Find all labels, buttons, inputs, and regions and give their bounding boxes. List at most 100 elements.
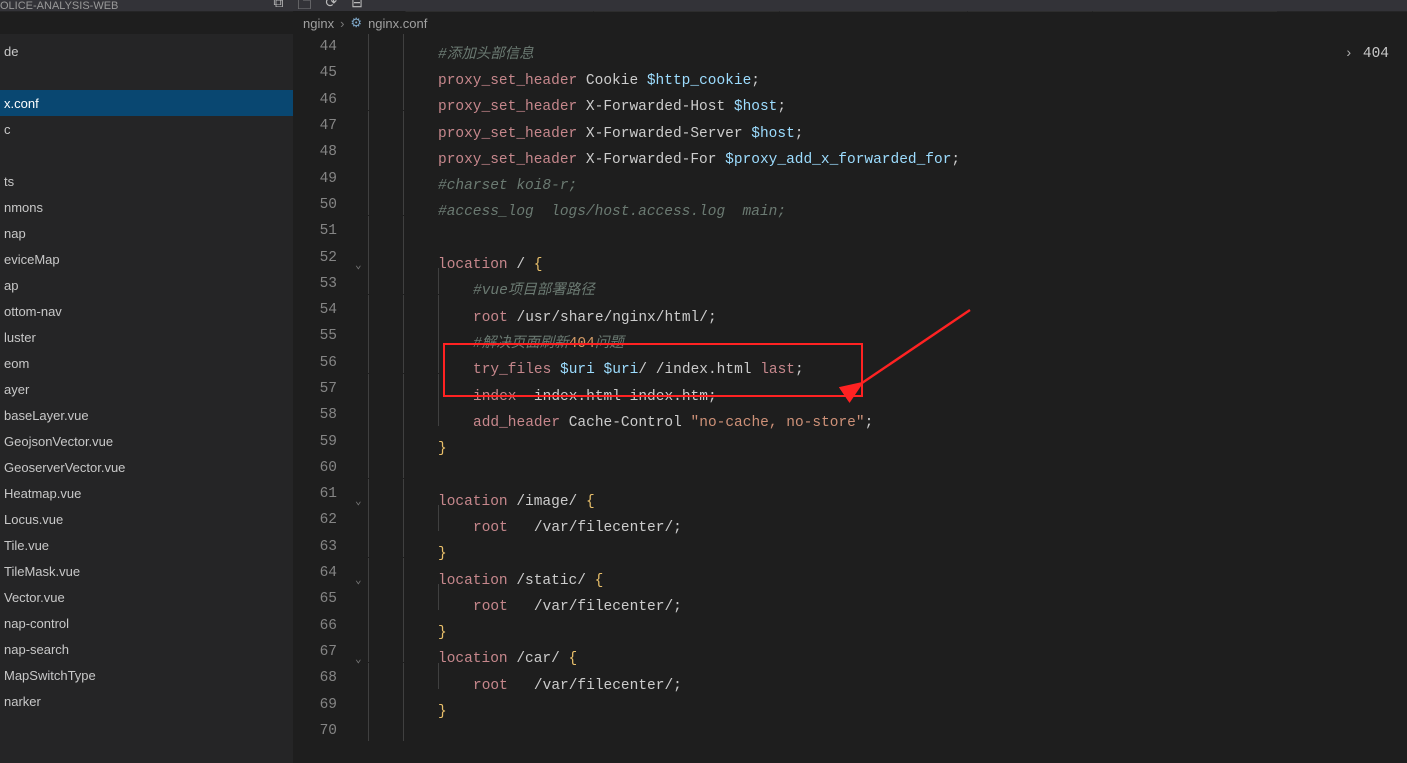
line-number: 51 bbox=[293, 223, 357, 239]
code-editor[interactable]: › 404 44#添加头部信息45proxy_set_header Cookie… bbox=[293, 34, 1407, 763]
line-number: 57 bbox=[293, 381, 357, 397]
code-line[interactable]: 47proxy_set_header X-Forwarded-Server $h… bbox=[293, 113, 1407, 139]
code-line[interactable]: 70 bbox=[293, 718, 1407, 744]
breadcrumb[interactable]: nginx › ⚙ nginx.conf bbox=[0, 12, 1407, 34]
code-line[interactable]: 68root /var/filecenter/; bbox=[293, 665, 1407, 691]
window-title: OLICE-ANALYSIS-WEB bbox=[0, 0, 118, 11]
code-line[interactable]: 57index index.html index.htm; bbox=[293, 376, 1407, 402]
breadcrumb-item[interactable]: nginx.conf bbox=[368, 16, 427, 31]
line-number: 65 bbox=[293, 591, 357, 607]
chevron-right-icon: › bbox=[340, 16, 344, 31]
new-file-icon[interactable]: ⧉ bbox=[273, 0, 283, 11]
explorer-item[interactable] bbox=[0, 142, 293, 168]
explorer-item[interactable]: nap-search bbox=[0, 636, 293, 662]
explorer-item[interactable]: Locus.vue bbox=[0, 506, 293, 532]
fold-icon[interactable]: ⌄ bbox=[355, 573, 362, 587]
explorer-item[interactable]: eviceMap bbox=[0, 246, 293, 272]
explorer-item[interactable]: ap bbox=[0, 272, 293, 298]
fold-icon[interactable]: ⌄ bbox=[355, 494, 362, 508]
code-line[interactable]: 46proxy_set_header X-Forwarded-Host $hos… bbox=[293, 87, 1407, 113]
refresh-icon[interactable]: ⟳ bbox=[325, 0, 337, 11]
explorer-item[interactable]: TileMask.vue bbox=[0, 558, 293, 584]
title-bar: OLICE-ANALYSIS-WEB ⧉ 🗀 ⟳ ⊟ bbox=[0, 0, 1407, 11]
code-line[interactable]: 44#添加头部信息 bbox=[293, 34, 1407, 60]
code-line[interactable]: 55#解决页面刷新404问题 bbox=[293, 323, 1407, 349]
line-number: 54 bbox=[293, 302, 357, 318]
code-line[interactable]: 56try_files $uri $uri/ /index.html last; bbox=[293, 350, 1407, 376]
code-line[interactable]: 65root /var/filecenter/; bbox=[293, 586, 1407, 612]
line-number: 49 bbox=[293, 171, 357, 187]
code-line[interactable]: 61⌄location /image/ { bbox=[293, 481, 1407, 507]
code-area[interactable]: 44#添加头部信息45proxy_set_header Cookie $http… bbox=[293, 34, 1407, 763]
explorer-item[interactable]: Heatmap.vue bbox=[0, 480, 293, 506]
code-line[interactable]: 62root /var/filecenter/; bbox=[293, 507, 1407, 533]
code-line[interactable]: 54root /usr/share/nginx/html/; bbox=[293, 297, 1407, 323]
collapse-icon[interactable]: ⊟ bbox=[351, 0, 363, 11]
explorer-item[interactable]: c bbox=[0, 116, 293, 142]
line-number: 63 bbox=[293, 539, 357, 555]
explorer-item[interactable]: baseLayer.vue bbox=[0, 402, 293, 428]
explorer-item[interactable]: nmons bbox=[0, 194, 293, 220]
explorer-item[interactable]: de bbox=[0, 38, 293, 64]
line-number: 46 bbox=[293, 92, 357, 108]
explorer-item[interactable]: ottom-nav bbox=[0, 298, 293, 324]
code-line[interactable]: 59} bbox=[293, 428, 1407, 454]
code-line[interactable]: 63} bbox=[293, 534, 1407, 560]
code-line[interactable]: 50#access_log logs/host.access.log main; bbox=[293, 192, 1407, 218]
explorer-item[interactable]: luster bbox=[0, 324, 293, 350]
line-number: 50 bbox=[293, 197, 357, 213]
code-line[interactable]: 69} bbox=[293, 691, 1407, 717]
line-number: 44 bbox=[293, 39, 357, 55]
line-number: 58 bbox=[293, 407, 357, 423]
line-number: 64 bbox=[293, 565, 357, 581]
explorer-item[interactable]: ayer bbox=[0, 376, 293, 402]
explorer-item[interactable] bbox=[0, 64, 293, 90]
code-line[interactable]: 66} bbox=[293, 613, 1407, 639]
file-explorer[interactable]: de x.confc tsnmonsnapeviceMapapottom-navlu… bbox=[0, 34, 293, 763]
line-number: 69 bbox=[293, 697, 357, 713]
workbench-body: de x.confc tsnmonsnapeviceMapapottom-navlu… bbox=[0, 34, 1407, 763]
code-line[interactable]: 60 bbox=[293, 455, 1407, 481]
explorer-item[interactable]: x.conf bbox=[0, 90, 293, 116]
explorer-item[interactable]: eom bbox=[0, 350, 293, 376]
line-number: 60 bbox=[293, 460, 357, 476]
code-line[interactable]: 67⌄location /car/ { bbox=[293, 639, 1407, 665]
code-line[interactable]: 58add_header Cache-Control "no-cache, no… bbox=[293, 402, 1407, 428]
new-folder-icon[interactable]: 🗀 bbox=[297, 0, 311, 11]
explorer-item[interactable]: nap-control bbox=[0, 610, 293, 636]
code-line[interactable]: 51 bbox=[293, 218, 1407, 244]
code-text bbox=[368, 715, 438, 746]
code-line[interactable]: 53#vue项目部署路径 bbox=[293, 271, 1407, 297]
code-line[interactable]: 48proxy_set_header X-Forwarded-For $prox… bbox=[293, 139, 1407, 165]
line-number: 52 bbox=[293, 250, 357, 266]
code-line[interactable]: 64⌄location /static/ { bbox=[293, 560, 1407, 586]
line-number: 47 bbox=[293, 118, 357, 134]
line-number: 68 bbox=[293, 670, 357, 686]
line-number: 56 bbox=[293, 355, 357, 371]
fold-icon[interactable]: ⌄ bbox=[355, 652, 362, 666]
line-number: 55 bbox=[293, 328, 357, 344]
line-number: 67 bbox=[293, 644, 357, 660]
breadcrumb-item[interactable]: nginx bbox=[303, 16, 334, 31]
code-line[interactable]: 49#charset koi8-r; bbox=[293, 165, 1407, 191]
line-number: 70 bbox=[293, 723, 357, 739]
line-number: 66 bbox=[293, 618, 357, 634]
fold-icon[interactable]: ⌄ bbox=[355, 258, 362, 272]
code-line[interactable]: 45proxy_set_header Cookie $http_cookie; bbox=[293, 60, 1407, 86]
line-number: 45 bbox=[293, 65, 357, 81]
explorer-item[interactable]: Tile.vue bbox=[0, 532, 293, 558]
explorer-item[interactable]: GeojsonVector.vue bbox=[0, 428, 293, 454]
line-number: 62 bbox=[293, 512, 357, 528]
explorer-item[interactable]: narker bbox=[0, 688, 293, 714]
line-number: 48 bbox=[293, 144, 357, 160]
line-number: 61 bbox=[293, 486, 357, 502]
explorer-item[interactable]: MapSwitchType bbox=[0, 662, 293, 688]
line-number: 53 bbox=[293, 276, 357, 292]
line-number: 59 bbox=[293, 434, 357, 450]
gear-icon: ⚙ bbox=[350, 15, 362, 31]
explorer-item[interactable]: Vector.vue bbox=[0, 584, 293, 610]
explorer-item[interactable]: nap bbox=[0, 220, 293, 246]
code-line[interactable]: 52⌄location / { bbox=[293, 244, 1407, 270]
explorer-item[interactable]: GeoserverVector.vue bbox=[0, 454, 293, 480]
explorer-item[interactable]: ts bbox=[0, 168, 293, 194]
